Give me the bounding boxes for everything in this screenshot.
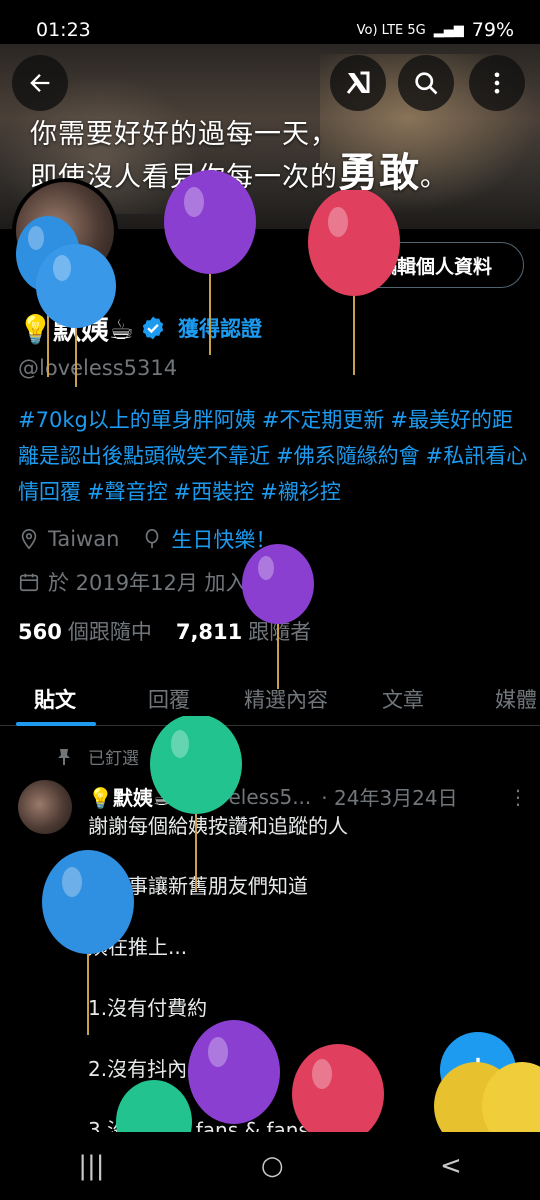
tab-replies[interactable]: 回覆: [148, 684, 190, 714]
post-text-line: 幾件事讓新舊朋友們知道: [88, 874, 308, 898]
balloon-icon: [146, 529, 159, 549]
joined-date: 於 2019年12月 加入: [48, 571, 247, 595]
post-date[interactable]: · 24年3月24日: [321, 782, 457, 811]
verified-badge-icon[interactable]: [140, 315, 166, 341]
bio-hashtag[interactable]: #佛系隨緣約會: [276, 444, 420, 468]
following-count: 560: [18, 620, 62, 644]
bio-hashtag[interactable]: #襯衫控: [260, 480, 341, 504]
banner-quote-line1: 你需要好好的過每一天，: [30, 119, 338, 150]
home-button[interactable]: ○: [261, 1151, 284, 1181]
calendar-icon: [19, 573, 39, 592]
profile-birthday[interactable]: 生日快樂！: [171, 524, 276, 554]
post-text-line: 姨在推上...: [88, 935, 188, 959]
follow-stats: 560 個跟隨中 7,811 跟隨者: [18, 616, 311, 646]
status-bar: 01:23 Vo) LTE 5G ▂▄▆ 79%: [0, 0, 540, 44]
network-indicator: Vo) LTE 5G: [356, 22, 426, 38]
pinned-indicator: 已釘選: [56, 744, 139, 769]
battery-level: 79%: [471, 19, 514, 41]
active-tab-indicator: [16, 722, 96, 726]
compose-button[interactable]: +: [440, 1032, 516, 1108]
following-label: 個跟隨中: [67, 620, 152, 644]
search-icon: [415, 72, 438, 95]
post-text-line: 1.沒有付費約: [88, 996, 208, 1020]
back-nav-button[interactable]: <: [440, 1151, 462, 1181]
profile-handle: @loveless5314: [18, 356, 178, 380]
profile-bio: #70kg以上的單身胖阿姨 #不定期更新 #最美好的距離是認出後點頭微笑不靠近 #佛系…: [18, 402, 528, 510]
grok-button[interactable]: [330, 55, 386, 111]
post-handle[interactable]: @loveless5...: [179, 785, 311, 809]
profile-tabs: 貼文 回覆 精選內容 文章 媒體: [0, 670, 540, 726]
edit-profile-button[interactable]: 編輯個人資料: [346, 242, 524, 288]
tab-posts[interactable]: 貼文: [34, 684, 76, 714]
post-header: 💡默姨☕ @loveless5... · 24年3月24日 ⋮: [88, 782, 528, 811]
status-time: 01:23: [36, 19, 91, 41]
tab-highlights[interactable]: 精選內容: [244, 684, 328, 714]
profile-name-row: 💡默姨☕ 獲得認證: [18, 308, 262, 348]
bio-hashtag[interactable]: #不定期更新: [262, 408, 385, 432]
post-author[interactable]: 💡默姨☕: [88, 782, 171, 811]
banner-quote-end: 。: [420, 162, 448, 193]
recents-button[interactable]: |||: [78, 1151, 104, 1181]
tab-articles[interactable]: 文章: [382, 684, 424, 714]
signal-icon: ▂▄▆: [433, 22, 464, 38]
back-arrow-icon: [30, 74, 50, 92]
more-vertical-icon: [494, 72, 500, 94]
profile-location: Taiwan: [48, 527, 120, 551]
grok-icon: [346, 71, 370, 94]
post-text-line: 謝謝每個給姨按讚和追蹤的人: [88, 814, 348, 838]
following-link[interactable]: 560 個跟隨中: [18, 616, 152, 646]
pin-icon: [58, 748, 70, 765]
bio-hashtag[interactable]: #70kg以上的單身胖阿姨: [18, 408, 256, 432]
followers-link[interactable]: 7,811 跟隨者: [176, 616, 311, 646]
banner-quote-emphasis: 勇敢: [338, 150, 420, 196]
profile-name: 💡默姨☕: [18, 313, 134, 346]
bio-hashtag[interactable]: #聲音控: [87, 480, 168, 504]
followers-label: 跟隨者: [248, 620, 312, 644]
post-text-line: 2.沒有抖內: [88, 1057, 188, 1081]
tab-media[interactable]: 媒體: [495, 684, 537, 714]
bio-hashtag[interactable]: #西裝控: [174, 480, 255, 504]
back-button[interactable]: [12, 55, 68, 111]
profile-joined: 於 2019年12月 加入: [18, 567, 247, 597]
location-icon: [21, 529, 37, 550]
followers-count: 7,811: [175, 620, 243, 644]
avatar[interactable]: [12, 178, 118, 284]
post-more-icon[interactable]: ⋮: [508, 785, 528, 809]
pinned-label: 已釘選: [88, 749, 139, 769]
get-verified-link[interactable]: 獲得認證: [178, 313, 262, 343]
search-button[interactable]: [398, 55, 454, 111]
system-nav-bar: ||| ○ <: [0, 1132, 540, 1200]
post-avatar[interactable]: [18, 780, 72, 834]
status-icons: Vo) LTE 5G ▂▄▆ 79%: [357, 19, 514, 41]
profile-meta: Taiwan 生日快樂！: [18, 524, 276, 554]
more-button[interactable]: [469, 55, 525, 111]
